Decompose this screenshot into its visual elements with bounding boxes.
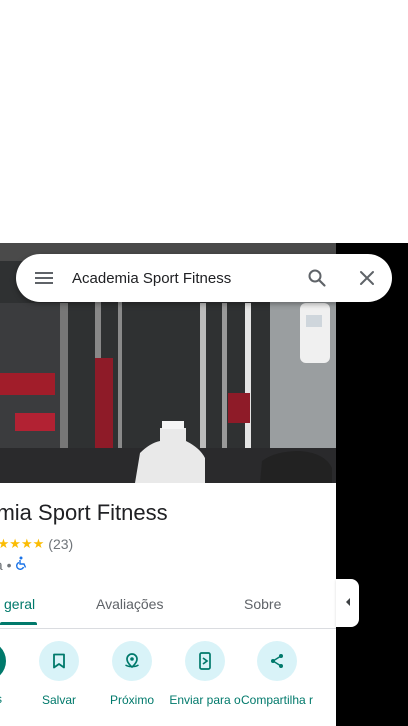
place-tabs: geral Avaliações Sobre [0, 586, 336, 629]
tab-reviews[interactable]: Avaliações [96, 586, 163, 628]
search-icon[interactable] [292, 254, 342, 302]
directions-button[interactable] [0, 641, 6, 681]
place-panel: demia Sport Fitness ★★★★★ (23) nia • ger… [0, 243, 336, 726]
chevron-left-icon [344, 594, 352, 612]
send-to-phone-icon [185, 641, 225, 681]
place-title: demia Sport Fitness [0, 500, 168, 525]
save-button[interactable]: Salvar [19, 641, 99, 708]
share-icon [257, 641, 297, 681]
save-label: Salvar [41, 693, 76, 707]
search-bar[interactable]: Academia Sport Fitness [16, 254, 392, 302]
reviews-count[interactable]: (23) [48, 536, 73, 552]
share-button[interactable]: Compartilha r [237, 641, 317, 708]
nearby-icon [112, 641, 152, 681]
category-row: nia • [0, 556, 29, 573]
send-to-phone-label: Enviar para o [169, 693, 241, 707]
place-category[interactable]: nia • [0, 557, 11, 573]
nearby-button[interactable]: Próximo [92, 641, 172, 708]
collapse-panel-button[interactable] [336, 579, 359, 627]
wheelchair-accessible-icon [15, 556, 29, 573]
map-area [336, 243, 408, 726]
tab-about[interactable]: Sobre [244, 586, 281, 628]
send-to-phone-button[interactable]: Enviar para o [165, 641, 245, 708]
rating-row[interactable]: ★★★★★ (23) [0, 536, 73, 552]
menu-icon[interactable] [16, 254, 72, 302]
close-icon[interactable] [342, 254, 392, 302]
active-tab-indicator [0, 622, 37, 625]
share-label: Compartilha r [240, 693, 314, 707]
nearby-label: Próximo [109, 693, 154, 707]
directions-label: s [0, 692, 2, 706]
rating-stars: ★★★★★ [0, 536, 45, 551]
bookmark-icon [39, 641, 79, 681]
search-input[interactable]: Academia Sport Fitness [72, 270, 292, 287]
